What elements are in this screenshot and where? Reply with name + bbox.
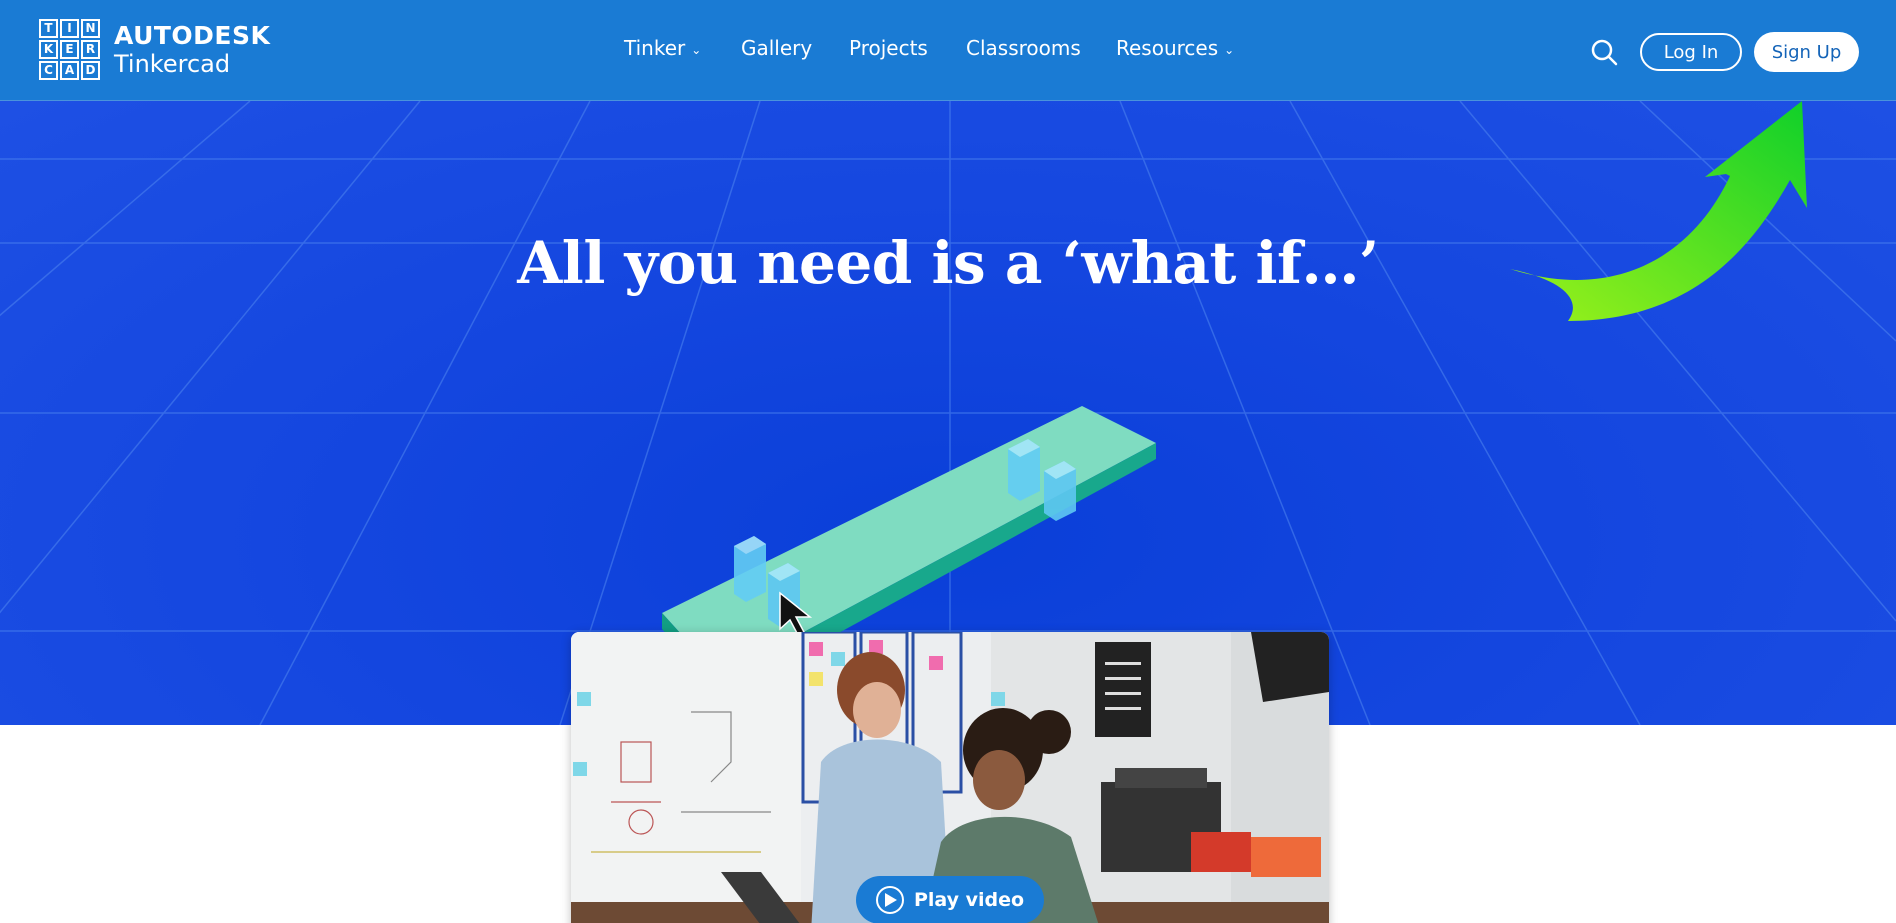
nav-item-label: Tinker (624, 36, 686, 60)
signup-button[interactable]: Sign Up (1754, 32, 1859, 72)
logo-letter: A (60, 61, 79, 80)
logo-wordmark: AUTODESK Tinkercad (114, 20, 271, 78)
nav-item-label: Resources (1116, 36, 1219, 60)
top-navbar: T I N K E R C A D AUTODESK Tinkercad Tin… (0, 0, 1896, 101)
nav-item-projects[interactable]: Projects (849, 36, 928, 60)
tinkercad-logo-grid: T I N K E R C A D (39, 19, 100, 80)
logo-letter: K (39, 40, 58, 59)
nav-item-resources[interactable]: Resources ⌄ (1116, 36, 1234, 60)
login-button[interactable]: Log In (1640, 33, 1742, 71)
logo-letter: D (81, 61, 100, 80)
play-circle-icon (875, 886, 904, 914)
logo-product: Tinkercad (114, 49, 231, 78)
tinkercad-logo[interactable]: T I N K E R C A D AUTODESK Tinkercad (39, 19, 270, 80)
logo-letter: N (81, 19, 100, 38)
logo-letter: I (60, 19, 79, 38)
nav-item-classrooms[interactable]: Classrooms (966, 36, 1081, 60)
video-thumbnail[interactable]: Play video (571, 632, 1329, 923)
chevron-down-icon: ⌄ (1224, 42, 1235, 57)
nav-item-label: Gallery (741, 36, 813, 60)
nav-item-label: Classrooms (966, 36, 1081, 60)
logo-brand: AUTODESK (114, 20, 271, 50)
nav-item-gallery[interactable]: Gallery (741, 36, 812, 60)
nav-item-tinker[interactable]: Tinker ⌄ (624, 36, 701, 60)
logo-letter: T (39, 19, 58, 38)
search-icon[interactable] (1590, 38, 1618, 66)
logo-letter: R (81, 40, 100, 59)
logo-letter: C (39, 61, 58, 80)
annotation-arrow-icon (1510, 101, 1807, 321)
nav-item-label: Projects (849, 36, 928, 60)
logo-letter: E (60, 40, 79, 59)
play-video-button[interactable]: Play video (856, 876, 1044, 923)
chevron-down-icon: ⌄ (691, 42, 702, 57)
play-video-label: Play video (913, 889, 1025, 911)
